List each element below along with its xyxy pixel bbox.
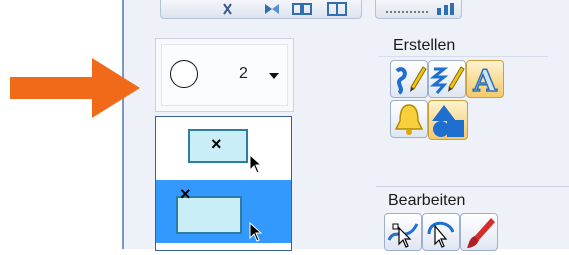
selection-mode-list[interactable]: × × [155, 116, 292, 251]
divider [378, 56, 548, 57]
panel-border [122, 0, 124, 249]
top-toolbar [160, 0, 565, 24]
reshape-icon[interactable] [422, 213, 460, 251]
dotted-line-icon[interactable] [384, 2, 434, 16]
grid-icon[interactable] [326, 2, 348, 16]
group-title-create: Erstellen [393, 37, 456, 54]
circle-preview-icon [170, 60, 198, 88]
flip-icon[interactable] [261, 2, 283, 16]
dropdown-arrow-icon[interactable] [269, 73, 279, 79]
embroidery-pen-icon[interactable] [390, 60, 428, 98]
orange-arrow-pointer [10, 58, 140, 118]
toolbar-group-right [375, 0, 462, 19]
x-mark-icon: × [180, 184, 191, 204]
letter-a-icon[interactable]: A [466, 60, 504, 100]
canvas-area [0, 0, 120, 249]
bell-icon[interactable] [390, 100, 428, 138]
svg-text:A: A [472, 64, 497, 97]
list-item-select-touching[interactable]: × [156, 180, 291, 243]
stroke-width-selector[interactable]: 2 [155, 38, 294, 112]
stroke-width-dropdown[interactable]: 2 [161, 44, 288, 106]
shapes-icon[interactable] [428, 100, 468, 140]
transform-icon[interactable] [221, 2, 243, 16]
align-icon[interactable] [291, 2, 313, 16]
list-item-select-inside[interactable]: × [156, 117, 291, 180]
cursor-icon [249, 154, 263, 174]
chart-icon[interactable] [434, 2, 456, 16]
paintbrush-icon[interactable] [460, 213, 498, 251]
x-mark-icon: × [211, 134, 222, 154]
stroke-width-value: 2 [239, 65, 248, 82]
zigzag-pen-icon[interactable] [428, 60, 466, 98]
divider [376, 186, 569, 187]
toolbar-group-left [160, 0, 362, 19]
node-edit-icon[interactable] [384, 213, 422, 251]
cursor-icon [249, 222, 263, 242]
group-title-edit: Bearbeiten [388, 192, 466, 209]
